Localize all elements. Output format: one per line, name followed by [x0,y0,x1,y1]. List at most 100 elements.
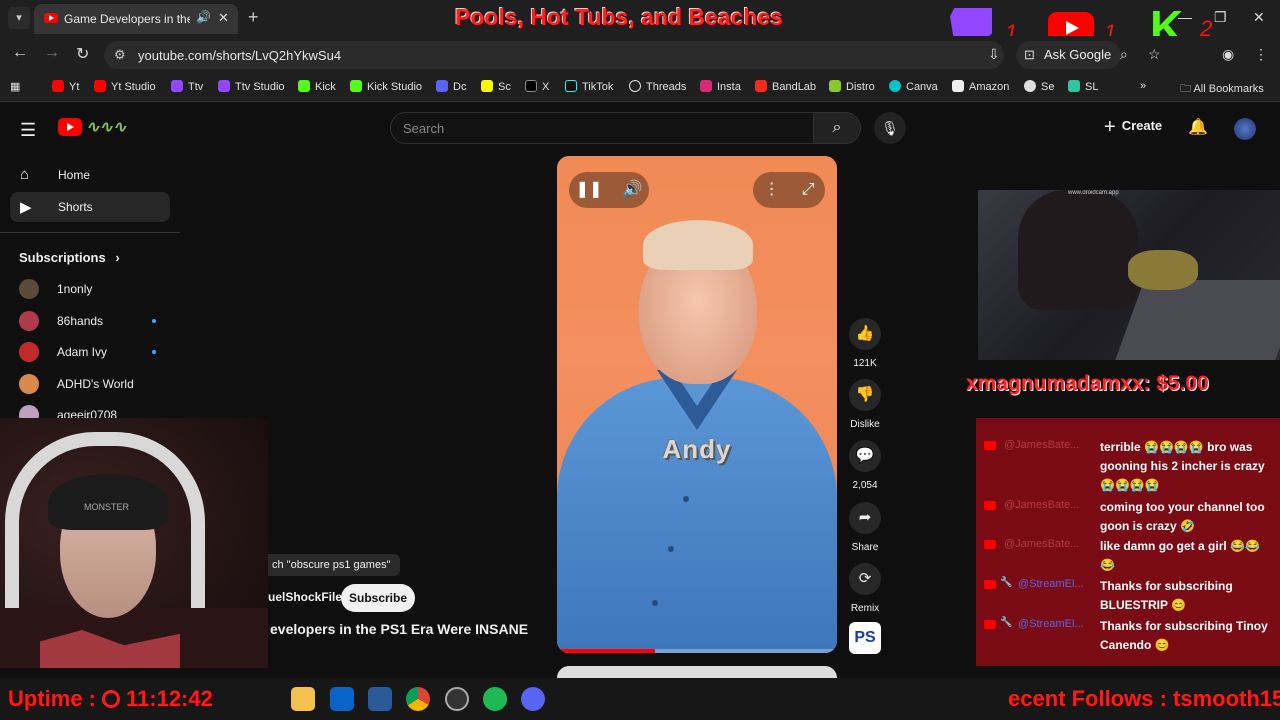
chat-username: @StreamEl... [1018,578,1084,590]
notifications-bell-icon[interactable]: 🔔 [1188,117,1208,137]
file-explorer-icon[interactable] [291,687,315,711]
search-input[interactable]: Search [390,112,814,144]
profile-icon[interactable]: ◉ [1222,46,1234,63]
subscription-item[interactable]: ADHD's World [19,373,169,395]
app-icon[interactable] [368,687,392,711]
like-button[interactable]: 👍 121K [846,318,884,369]
related-search-chip[interactable]: ch "obscure ps1 games" [262,554,401,576]
site-info-icon[interactable]: ⚙ [114,47,126,63]
restore-icon[interactable]: ❐ [1214,9,1227,26]
bookmark-tiktok[interactable]: TikTok [565,80,613,93]
youtube-logo-icon[interactable] [58,118,82,136]
more-bookmarks-icon[interactable]: » [1140,80,1146,92]
active-tab[interactable]: Game Developers in the PS1 🔊 ✕ [34,4,238,34]
tab-search-icon[interactable]: ▾ [8,7,30,29]
bookmark-kick-studio[interactable]: Kick Studio [350,80,422,93]
zoom-icon[interactable]: ⌕ [1120,46,1128,63]
bookmark-amazon[interactable]: Amazon [952,80,1009,93]
apps-grid-icon[interactable]: ▦ [10,80,20,93]
new-tab-icon[interactable]: + [248,7,259,28]
bookmark-insta[interactable]: Insta [700,80,741,93]
bookmark-x[interactable]: X [525,80,549,93]
video-frame-detail [683,496,689,502]
chat-message-text: Thanks for subscribing BLUESTRIP 😊 [1100,579,1233,612]
thumbs-down-icon: 👎 [849,379,881,411]
subscription-item[interactable]: Adam Ivy [19,341,169,363]
chat-message-text: Thanks for subscribing Tinoy Canendo 😊 [1100,619,1268,652]
menu-kebab-icon[interactable]: ⋮ [1254,46,1268,63]
close-tab-icon[interactable]: ✕ [218,10,229,26]
voice-search-button[interactable]: 🎙 [874,112,906,144]
reload-icon[interactable]: ↻ [76,44,89,64]
youtube-chat-icon [984,501,996,510]
desk-person [1018,190,1138,310]
player-options: ⋮ ⤢ [753,172,825,208]
account-avatar[interactable] [1234,118,1256,140]
create-button[interactable]: + Create [1104,116,1162,139]
bookmark-star-icon[interactable]: ☆ [1148,46,1161,63]
omnibox[interactable]: ⚙ youtube.com/shorts/LvQ2hYkwSu4 [104,41,1004,69]
more-options-icon[interactable]: ⋮ [764,181,780,198]
discord-icon[interactable] [521,687,545,711]
bookmark-canva[interactable]: Canva [889,80,938,93]
obs-icon[interactable] [445,687,469,711]
bookmark-sl[interactable]: SL [1068,80,1098,93]
subscribe-button[interactable]: Subscribe [341,584,415,612]
install-app-icon[interactable]: ⇩ [988,46,1000,63]
forward-icon[interactable]: → [44,44,60,62]
remix-button[interactable]: ⟳ Remix [846,563,884,614]
subscription-name: 1nonly [57,282,93,296]
bookmark-se[interactable]: Se [1024,80,1054,93]
chevron-right-icon: › [115,250,120,265]
bookmark-ttv[interactable]: Ttv [171,80,203,93]
youtube-icon [52,80,64,92]
bookmark-bandlab[interactable]: BandLab [755,80,816,93]
playstation-sound-icon[interactable]: PS [849,622,881,654]
distrokid-icon [829,80,841,92]
bookmark-yt[interactable]: Yt [52,80,79,93]
hamburger-menu-icon[interactable]: ☰ [20,120,36,141]
bookmark-ttv-studio[interactable]: Ttv Studio [218,80,285,93]
microphone-icon: 🎙 [881,120,899,136]
chrome-icon[interactable] [406,687,430,711]
share-button[interactable]: ➦ Share [846,502,884,553]
all-bookmarks[interactable]: 🗀 All Bookmarks [1180,80,1264,99]
subscription-item[interactable]: 86hands [19,310,169,332]
ask-google-button[interactable]: ⊡ Ask Google [1016,41,1122,69]
streamlabs-icon [1068,80,1080,92]
instagram-icon [700,80,712,92]
bookmark-dc[interactable]: Dc [436,80,466,93]
bookmark-kick[interactable]: Kick [298,80,336,93]
short-channel-name[interactable]: uelShockFiles [268,590,349,604]
bookmark-threads[interactable]: Threads [629,80,686,93]
search-button[interactable]: ⌕ [813,112,861,144]
close-window-icon[interactable]: ✕ [1253,9,1265,26]
bookmark-sc[interactable]: Sc [481,80,511,93]
short-title[interactable]: evelopers in the PS1 Era Were INSANE [270,621,528,637]
video-progress-bar[interactable] [557,649,837,653]
back-icon[interactable]: ← [12,44,28,62]
dislike-button[interactable]: 👎 Dislike [846,379,884,430]
url-text[interactable]: youtube.com/shorts/LvQ2hYkwSu4 [138,48,341,63]
bookmark-yt-studio[interactable]: Yt Studio [94,80,156,93]
shorts-video-player[interactable]: Andy ❚❚ 🔊 ⋮ ⤢ [557,156,837,653]
chat-username: @JamesBate... [1004,538,1080,550]
subscription-item[interactable]: 1nonly [19,278,169,300]
bookmark-distro[interactable]: Distro [829,80,875,93]
subscriptions-heading[interactable]: Subscriptions › [19,250,120,265]
fullscreen-icon[interactable]: ⤢ [802,181,815,198]
comments-button[interactable]: 💬 2,054 [846,440,884,491]
spotify-icon[interactable] [483,687,507,711]
volume-icon[interactable]: 🔊 [622,181,642,198]
uptime-counter: Uptime : 11:12:42 [8,686,213,712]
windows-taskbar: Uptime : 11:12:42 ecent Follows : tsmooth… [0,678,1280,720]
speaker-icon[interactable]: 🔊 [196,10,211,24]
plus-icon: + [1104,116,1116,138]
microsoft-store-icon[interactable] [330,687,354,711]
channel-logo-icon[interactable]: ∿∿∿ [86,117,126,137]
pause-icon[interactable]: ❚❚ [576,181,603,198]
sidebar-divider [0,232,180,233]
sidebar-item-home[interactable]: ⌂ Home [10,160,170,190]
video-frame-detail [668,546,674,552]
sidebar-item-shorts[interactable]: ▶ Shorts [10,192,170,222]
